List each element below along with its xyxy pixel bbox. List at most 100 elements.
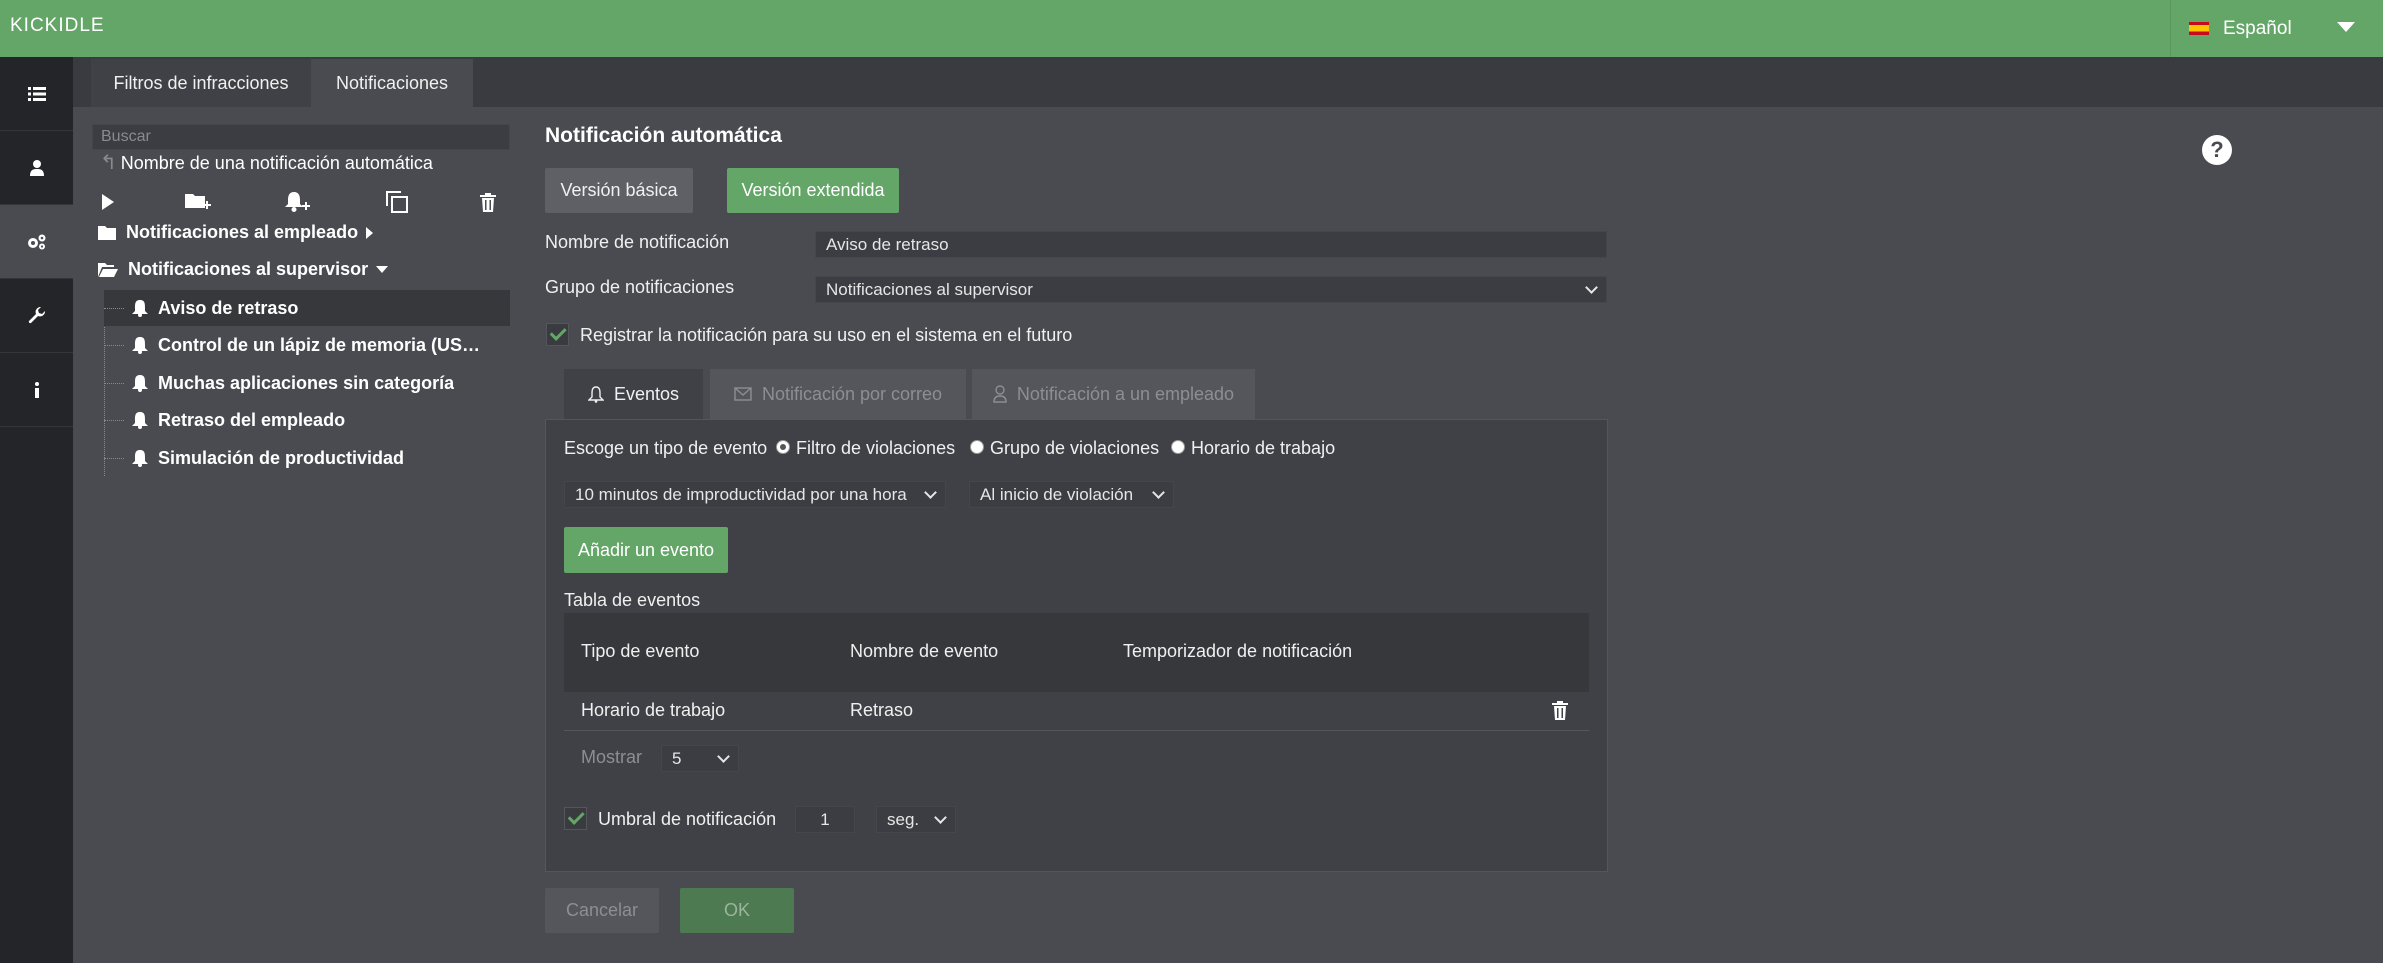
tree-item-label: Muchas aplicaciones sin categoría [158, 372, 455, 393]
bell-icon [132, 411, 148, 429]
radio-violation-group[interactable] [970, 440, 984, 454]
page-size-select[interactable]: 5 [661, 745, 739, 772]
threshold-checkbox[interactable] [564, 807, 587, 830]
trash-icon [480, 192, 496, 212]
table-cell: Retraso [850, 700, 914, 720]
folder-label: Notificaciones al empleado [126, 222, 359, 242]
select-value: Al inicio de violación [980, 484, 1134, 504]
left-nav [0, 57, 73, 963]
top-bar: KICKIDLER Español [0, 0, 2383, 57]
user-icon [993, 385, 1007, 403]
nav-tools[interactable] [0, 279, 73, 353]
folder-employee[interactable]: Notificaciones al empleado [98, 222, 374, 243]
add-folder-button[interactable] [183, 188, 213, 216]
tree-item[interactable]: Aviso de retraso [104, 290, 510, 326]
nav-users[interactable] [0, 131, 73, 205]
play-button[interactable] [93, 188, 123, 216]
name-field[interactable]: Aviso de retraso [815, 231, 1607, 258]
bell-icon [132, 299, 148, 317]
folder-icon [98, 225, 116, 240]
tree-hint: ↰ Nombre de una notificación automática [100, 150, 433, 175]
folder-supervisor[interactable]: Notificaciones al supervisor [98, 259, 389, 280]
threshold-value: 1 [820, 809, 830, 829]
cancel-button[interactable]: Cancelar [545, 888, 659, 933]
user-icon [29, 159, 44, 176]
group-select[interactable]: Notificaciones al supervisor [815, 276, 1607, 303]
radio-work-schedule[interactable] [1171, 440, 1185, 454]
play-icon [102, 194, 114, 210]
version-basic-button[interactable]: Versión básica [545, 168, 693, 213]
search-input[interactable] [92, 124, 510, 150]
chevron-down-icon [2337, 22, 2355, 32]
column-header: Temporizador de notificación [1123, 641, 1353, 661]
threshold-input[interactable]: 1 [795, 806, 855, 833]
wrench-icon [28, 306, 45, 323]
nav-list[interactable] [0, 57, 73, 131]
chevron-down-icon [934, 811, 947, 824]
help-button[interactable]: ? [2202, 135, 2232, 165]
radio-label: Filtro de violaciones [796, 438, 956, 458]
tab-label: Notificación a un empleado [1016, 383, 1235, 404]
bell-icon [132, 374, 148, 392]
chevron-down-icon [924, 486, 937, 499]
table-header [564, 613, 1589, 692]
tree-item-label: Simulación de productividad [158, 447, 405, 468]
radio-violation-filter[interactable] [776, 440, 790, 454]
tree-hint-label: Nombre de una notificación automática [120, 153, 433, 173]
top-tabs: Filtros de infracciones Notificaciones [73, 57, 2383, 107]
tree-item-label: Control de un lápiz de memoria (USB driv… [158, 334, 488, 355]
select-value: seg. [887, 809, 920, 829]
tree-item[interactable]: Muchas aplicaciones sin categoría [104, 365, 510, 401]
select-value: 5 [672, 748, 682, 768]
svg-text:KICKIDLER: KICKIDLER [10, 15, 105, 36]
delete-button[interactable] [473, 188, 503, 216]
tab-employee-notification[interactable]: Notificación a un empleado [972, 369, 1255, 419]
chevron-down-icon [1585, 281, 1598, 294]
list-icon [27, 86, 46, 101]
group-value: Notificaciones al supervisor [826, 279, 1033, 299]
settings-icon [27, 234, 45, 249]
app-logo: KICKIDLER [10, 14, 118, 42]
folder-open-icon [98, 262, 118, 277]
radio-label: Horario de trabajo [1191, 438, 1336, 458]
version-extended-button[interactable]: Versión extendida [727, 168, 899, 213]
bell-icon [132, 336, 148, 354]
threshold-unit-select[interactable]: seg. [876, 806, 956, 833]
tab-label: Notificación por correo [761, 383, 943, 404]
radio-label: Grupo de violaciones [990, 438, 1160, 458]
language-selector[interactable]: Español [2170, 0, 2383, 57]
bell-icon [587, 385, 604, 403]
mail-icon [734, 387, 752, 401]
chevron-down-icon [1152, 486, 1165, 499]
up-arrow-icon: ↰ [100, 152, 117, 174]
tab-events[interactable]: Eventos [564, 369, 703, 419]
tab-notifications[interactable]: Notificaciones [311, 59, 473, 107]
tree-item[interactable]: Simulación de productividad [104, 440, 510, 476]
nav-settings[interactable] [0, 205, 73, 279]
tree-item-label: Aviso de retraso [158, 297, 299, 318]
add-event-button[interactable]: Añadir un evento [564, 527, 728, 573]
page-title: Notificación automática [545, 124, 782, 147]
trash-icon [1552, 701, 1568, 720]
violation-filter-select[interactable]: 10 minutos de improductividad por una ho… [564, 481, 946, 508]
table-cell: Horario de trabajo [581, 700, 726, 720]
chevron-down-icon [376, 266, 389, 273]
copy-button[interactable] [382, 188, 412, 216]
add-notification-button[interactable] [283, 188, 313, 216]
timing-select[interactable]: Al inicio de violación [969, 481, 1174, 508]
register-checkbox[interactable] [546, 323, 569, 346]
show-label: Mostrar [581, 747, 643, 767]
select-value: 10 minutos de improductividad por una ho… [575, 484, 907, 504]
info-icon [34, 381, 39, 398]
tab-label: Eventos [613, 383, 680, 404]
ok-button[interactable]: OK [680, 888, 794, 933]
bell-icon [132, 449, 148, 467]
tree-item[interactable]: Control de un lápiz de memoria (USB driv… [104, 327, 510, 363]
nav-info[interactable] [0, 353, 73, 427]
row-delete-button[interactable] [1552, 701, 1570, 721]
tab-email-notification[interactable]: Notificación por correo [710, 369, 966, 419]
tab-violation-filters[interactable]: Filtros de infracciones [91, 59, 311, 107]
tree-item[interactable]: Retraso del empleado [104, 402, 510, 438]
events-table-title: Tabla de eventos [564, 590, 701, 610]
question-icon: ? [2210, 137, 2224, 162]
